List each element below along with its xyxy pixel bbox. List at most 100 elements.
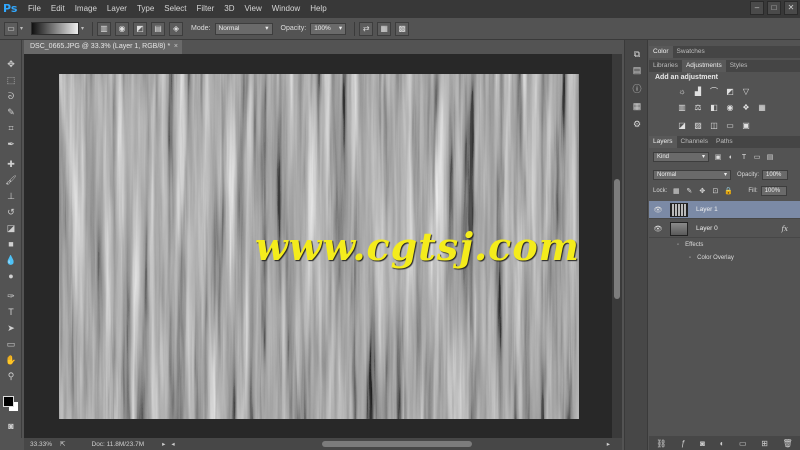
- info-icon[interactable]: ⓘ: [630, 82, 644, 94]
- effect-item-row[interactable]: ◦ Color Overlay: [649, 251, 800, 264]
- brightness-icon[interactable]: ☼: [677, 86, 687, 96]
- curves-icon[interactable]: ⌒: [709, 86, 719, 96]
- selective-color-icon[interactable]: ▣: [741, 120, 751, 130]
- blend-mode-select[interactable]: Normal ▾: [653, 170, 731, 180]
- eyedropper-icon[interactable]: ✒: [4, 138, 18, 150]
- clone-stamp-icon[interactable]: ⊥: [4, 190, 18, 202]
- scrollbar-thumb[interactable]: [614, 179, 620, 299]
- horizontal-scrollbar-thumb[interactable]: [322, 441, 472, 447]
- menu-type[interactable]: Type: [132, 0, 159, 18]
- maximize-button[interactable]: □: [767, 1, 781, 15]
- layer-row[interactable]: 👁 Layer 0 fx: [649, 220, 800, 238]
- tab-libraries[interactable]: Libraries: [649, 60, 682, 72]
- minimize-button[interactable]: –: [750, 1, 764, 15]
- fill-field[interactable]: 100%: [760, 186, 787, 196]
- marquee-icon[interactable]: ⬚: [4, 74, 18, 86]
- gradient-map-icon[interactable]: ▭: [725, 120, 735, 130]
- color-lookup-icon[interactable]: ▦: [757, 102, 767, 112]
- tab-swatches[interactable]: Swatches: [673, 46, 709, 58]
- new-layer-icon[interactable]: ⊞: [761, 439, 768, 448]
- properties-icon[interactable]: ▤: [630, 64, 644, 76]
- history-icon[interactable]: ⧉: [630, 48, 644, 60]
- canvas-area[interactable]: www.cgtsj.com: [24, 54, 622, 438]
- tab-styles[interactable]: Styles: [726, 60, 752, 72]
- document-tab[interactable]: DSC_0665.JPG @ 33.3% (Layer 1, RGB/8) * …: [24, 40, 182, 54]
- move-icon[interactable]: ✥: [4, 58, 18, 70]
- crop-icon[interactable]: ⌗: [4, 122, 18, 134]
- lock-artboard-icon[interactable]: ⊡: [711, 187, 719, 195]
- layer-name[interactable]: Layer 1: [696, 206, 718, 213]
- new-group-icon[interactable]: ▭: [739, 439, 747, 448]
- radial-gradient-icon[interactable]: ◉: [115, 21, 130, 36]
- angle-gradient-icon[interactable]: ◩: [133, 21, 148, 36]
- scroll-left-icon[interactable]: ◂: [171, 440, 174, 448]
- lock-all-icon[interactable]: 🔒: [724, 187, 733, 195]
- lock-position-icon[interactable]: ✥: [698, 187, 706, 195]
- eye-icon[interactable]: ◦: [689, 255, 691, 261]
- healing-icon[interactable]: ✚: [4, 158, 18, 170]
- fx-menu-icon[interactable]: ƒ: [681, 439, 685, 448]
- fx-icon[interactable]: fx: [781, 225, 788, 233]
- transparency-icon[interactable]: ▩: [395, 21, 410, 36]
- eye-icon[interactable]: 👁: [652, 206, 664, 214]
- layer-opacity-field[interactable]: 100%: [762, 170, 789, 180]
- black-white-icon[interactable]: ◧: [709, 102, 719, 112]
- type-filter-icon[interactable]: T: [740, 153, 748, 161]
- tab-adjustments[interactable]: Adjustments: [681, 60, 726, 72]
- adjustment-filter-icon[interactable]: ◐: [727, 153, 735, 161]
- link-layers-icon[interactable]: ⛓: [656, 439, 666, 448]
- tab-channels[interactable]: Channels: [677, 136, 712, 148]
- tool-presets-icon[interactable]: ⚙: [630, 118, 644, 130]
- eye-icon[interactable]: 👁: [652, 225, 664, 233]
- vibrance-icon[interactable]: ▽: [741, 86, 751, 96]
- brush-icon[interactable]: 🖌: [4, 174, 18, 186]
- mode-select[interactable]: Normal ▾: [214, 22, 273, 35]
- hue-saturation-icon[interactable]: ▥: [677, 102, 687, 112]
- shape-icon[interactable]: ▭: [4, 338, 18, 350]
- menu-window[interactable]: Window: [267, 0, 305, 18]
- menu-layer[interactable]: Layer: [102, 0, 132, 18]
- menu-image[interactable]: Image: [70, 0, 102, 18]
- tab-paths[interactable]: Paths: [712, 136, 737, 148]
- shape-filter-icon[interactable]: ▭: [753, 153, 761, 161]
- export-icon[interactable]: ⇱: [60, 440, 65, 448]
- menu-file[interactable]: File: [23, 0, 46, 18]
- blur-icon[interactable]: 💧: [4, 254, 18, 266]
- effects-row[interactable]: ◦ Effects: [649, 238, 800, 251]
- path-select-icon[interactable]: ➤: [4, 322, 18, 334]
- eye-icon[interactable]: ◦: [677, 242, 679, 248]
- layer-name[interactable]: Layer 0: [696, 225, 718, 232]
- menu-view[interactable]: View: [240, 0, 267, 18]
- scroll-right-icon[interactable]: ▸: [607, 440, 610, 448]
- posterize-icon[interactable]: ▨: [693, 120, 703, 130]
- gradient-icon[interactable]: ■: [4, 238, 18, 250]
- reverse-icon[interactable]: ⇄: [359, 21, 374, 36]
- hand-icon[interactable]: ✋: [4, 354, 18, 366]
- kind-filter-select[interactable]: Kind ▾: [653, 152, 709, 162]
- photo-filter-icon[interactable]: ◉: [725, 102, 735, 112]
- chevron-down-icon[interactable]: ▾: [20, 25, 23, 32]
- pixel-filter-icon[interactable]: ▣: [714, 153, 722, 161]
- lasso-icon[interactable]: ᘐ: [4, 90, 18, 102]
- quick-mask-icon[interactable]: ◙: [4, 420, 18, 432]
- dodge-icon[interactable]: ●: [4, 270, 18, 282]
- status-menu-icon[interactable]: ▸: [162, 440, 165, 448]
- channel-mixer-icon[interactable]: ❖: [741, 102, 751, 112]
- close-icon[interactable]: ×: [174, 40, 178, 54]
- dither-icon[interactable]: ▦: [377, 21, 392, 36]
- opacity-field[interactable]: 100% ▾: [310, 22, 347, 35]
- quick-select-icon[interactable]: ✎: [4, 106, 18, 118]
- layer-row[interactable]: 👁 Layer 1: [649, 201, 800, 219]
- gradient-picker[interactable]: [31, 22, 80, 35]
- diamond-gradient-icon[interactable]: ◈: [169, 21, 184, 36]
- menu-help[interactable]: Help: [305, 0, 331, 18]
- type-icon[interactable]: T: [4, 306, 18, 318]
- reflected-gradient-icon[interactable]: ▤: [151, 21, 166, 36]
- menu-3d[interactable]: 3D: [219, 0, 239, 18]
- close-button[interactable]: ✕: [784, 1, 798, 15]
- menu-edit[interactable]: Edit: [46, 0, 70, 18]
- zoom-icon[interactable]: ⚲: [4, 370, 18, 382]
- tool-preset-icon[interactable]: ▭: [4, 21, 18, 36]
- linear-gradient-icon[interactable]: ▥: [97, 21, 112, 36]
- menu-select[interactable]: Select: [159, 0, 191, 18]
